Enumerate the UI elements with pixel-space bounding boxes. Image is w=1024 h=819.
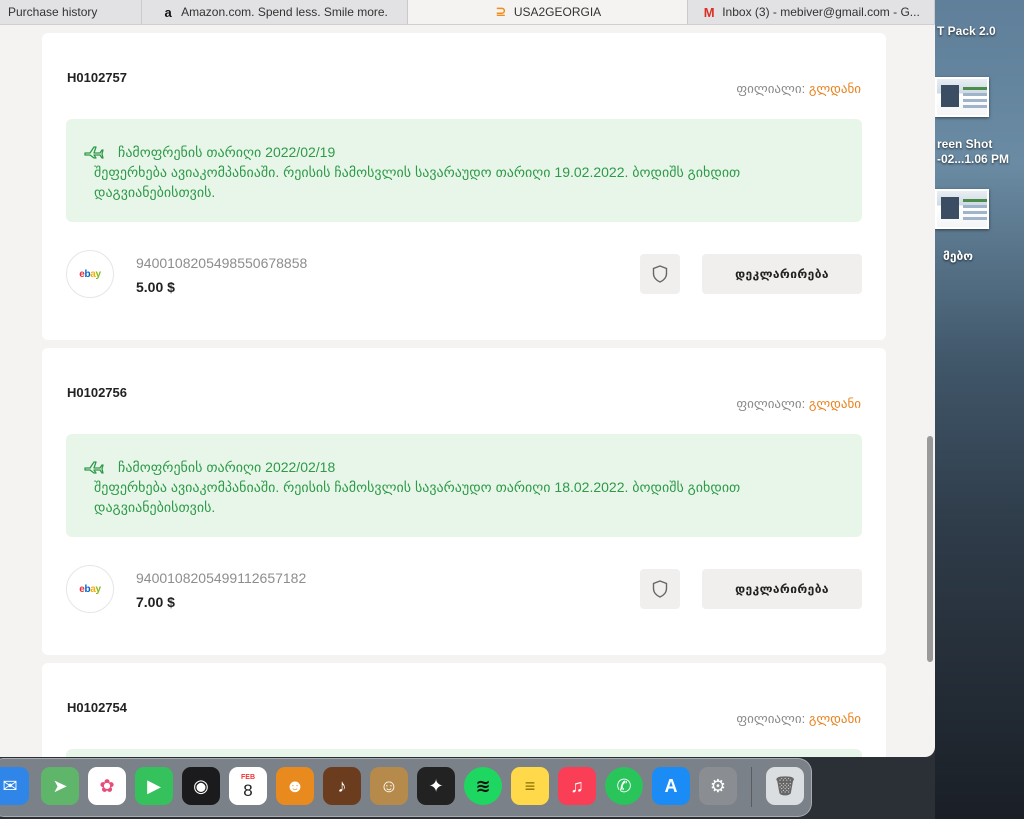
- branch-label: ფილიალი:: [736, 396, 806, 411]
- desktop-folder-label[interactable]: მებო: [943, 249, 973, 263]
- desktop-screenshot-label[interactable]: reen Shot: [937, 137, 992, 151]
- branch-city: გლდანი: [808, 711, 861, 726]
- branch-label: ფილიალი:: [736, 81, 806, 96]
- shield-icon: [652, 265, 668, 283]
- order-price: 5.00 $: [136, 279, 175, 295]
- tab-gmail[interactable]: M Inbox (3) - mebiver@gmail.com - G...: [688, 0, 935, 24]
- shield-icon: [652, 580, 668, 598]
- arrival-date: ჩამოფრენის თარიღი 2022/02/18: [118, 459, 336, 475]
- branch-info: ფილიალი: გლდანი: [736, 396, 861, 412]
- photo-booth-icon[interactable]: ☻: [276, 767, 314, 805]
- app-store-icon[interactable]: A: [652, 767, 690, 805]
- music-utility-icon[interactable]: ◉: [182, 767, 220, 805]
- desktop-background: T Pack 2.0 reen Shot -02...1.06 PM მებო: [935, 0, 1024, 819]
- declare-button[interactable]: დეკლარირება: [702, 569, 862, 609]
- delay-notice: [66, 749, 862, 757]
- whatsapp-icon[interactable]: ✆: [605, 767, 643, 805]
- airplane-icon: [84, 461, 104, 474]
- arrival-date: ჩამოფრენის თარიღი 2022/02/19: [118, 144, 336, 160]
- spotify-icon[interactable]: ≋: [464, 767, 502, 805]
- amazon-icon: a: [164, 4, 172, 20]
- dock: ✉ ➤ ✿ ▶ ◉ FEB 8 ☻ ♪ ☺ ✦ ≋ ≡ ♫ ✆ A ⚙ 🗑: [0, 758, 812, 817]
- desktop-screenshot-label-2[interactable]: -02...1.06 PM: [937, 152, 1009, 166]
- desktop-folder-thumbnail[interactable]: [935, 189, 989, 229]
- calendar-icon[interactable]: FEB 8: [229, 767, 267, 805]
- insurance-button[interactable]: [640, 569, 680, 609]
- branch-city: გლდანი: [808, 396, 861, 411]
- scrollbar-thumb[interactable]: [927, 436, 933, 662]
- tab-label: Purchase history: [8, 5, 98, 19]
- order-price: 7.00 $: [136, 594, 175, 610]
- order-card: H0102757 ფილიალი: გლდანი ჩამოფრენის თარი…: [42, 33, 886, 340]
- branch-city: გლდანი: [808, 81, 861, 96]
- maps-icon[interactable]: ➤: [41, 767, 79, 805]
- delay-message: შეფერხება ავიაკომპანიაში. რეისის ჩამოსვლ…: [94, 479, 741, 515]
- desktop-screenshot-thumbnail[interactable]: [935, 77, 989, 117]
- final-cut-icon[interactable]: ✦: [417, 767, 455, 805]
- order-id: H0102757: [67, 70, 127, 85]
- declare-button[interactable]: დეკლარირება: [702, 254, 862, 294]
- tab-bar: Purchase history a Amazon.com. Spend les…: [0, 0, 935, 25]
- tab-label: Inbox (3) - mebiver@gmail.com - G...: [722, 5, 920, 19]
- system-preferences-icon[interactable]: ⚙: [699, 767, 737, 805]
- desktop-item-label[interactable]: T Pack 2.0: [937, 24, 996, 38]
- tab-label: Amazon.com. Spend less. Smile more.: [181, 5, 388, 19]
- mail-icon[interactable]: ✉: [0, 767, 29, 805]
- branch-label: ფილიალი:: [736, 711, 806, 726]
- delay-notice: ჩამოფრენის თარიღი 2022/02/19 შეფერხება ა…: [66, 119, 862, 222]
- branch-info: ფილიალი: გლდანი: [736, 711, 861, 727]
- contacts-icon[interactable]: ☺: [370, 767, 408, 805]
- tracking-number: 9400108205498550678858: [136, 255, 308, 271]
- tab-purchase-history[interactable]: Purchase history: [0, 0, 142, 24]
- ebay-logo: ebay: [66, 250, 114, 298]
- calendar-day: 8: [243, 780, 253, 800]
- gmail-icon: M: [703, 4, 715, 20]
- order-id: H0102756: [67, 385, 127, 400]
- delay-notice: ჩამოფრენის თარიღი 2022/02/18 შეფერხება ა…: [66, 434, 862, 537]
- order-card: H0102754 ფილიალი: გლდანი: [42, 663, 886, 757]
- usa2georgia-icon: ⊇: [495, 4, 507, 19]
- insurance-button[interactable]: [640, 254, 680, 294]
- tab-usa2georgia[interactable]: ⊇ USA2GEORGIA: [408, 0, 688, 24]
- dock-separator: [751, 767, 752, 807]
- tracking-number: 9400108205499112657182: [136, 570, 307, 586]
- facetime-icon[interactable]: ▶: [135, 767, 173, 805]
- tab-amazon[interactable]: a Amazon.com. Spend less. Smile more.: [142, 0, 408, 24]
- ebay-logo: ebay: [66, 565, 114, 613]
- photos-icon[interactable]: ✿: [88, 767, 126, 805]
- notes-icon[interactable]: ≡: [511, 767, 549, 805]
- garageband-icon[interactable]: ♪: [323, 767, 361, 805]
- delay-message: შეფერხება ავიაკომპანიაში. რეისის ჩამოსვლ…: [94, 164, 741, 200]
- browser-window: Purchase history a Amazon.com. Spend les…: [0, 0, 935, 757]
- branch-info: ფილიალი: გლდანი: [736, 81, 861, 97]
- order-id: H0102754: [67, 700, 127, 715]
- airplane-icon: [84, 146, 104, 159]
- trash-icon[interactable]: 🗑: [766, 767, 804, 805]
- music-icon[interactable]: ♫: [558, 767, 596, 805]
- tab-label: USA2GEORGIA: [513, 5, 602, 19]
- order-card: H0102756 ფილიალი: გლდანი ჩამოფრენის თარი…: [42, 348, 886, 655]
